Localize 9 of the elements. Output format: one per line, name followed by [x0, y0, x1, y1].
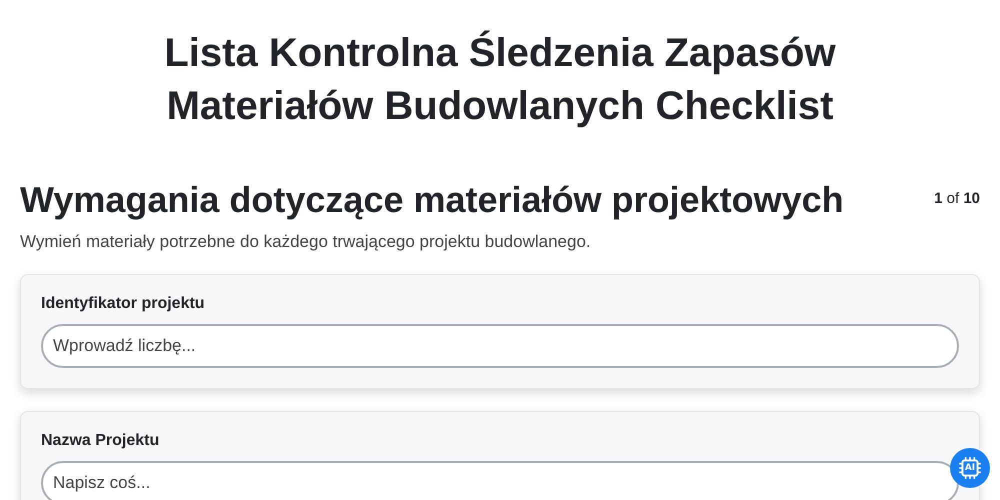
field-label: Identyfikator projektu — [41, 295, 206, 313]
section-description: Wymień materiały potrzebne do każdego trwającego projektu budowlanego. — [20, 232, 592, 252]
field-label: Nazwa Projektu — [41, 432, 160, 450]
section-heading: Wymagania dotyczące materiałów projektowych — [20, 178, 844, 222]
input-field[interactable]: Wprowadź liczbę... — [41, 324, 959, 368]
page-title: Lista Kontrolna Śledzenia Zapasów Materiałów Budowlanych Checklist — [163, 30, 837, 130]
input-field[interactable]: Napisz coś... — [41, 461, 959, 500]
page-counter: 1 of 10 — [934, 190, 980, 207]
chip-icon — [957, 455, 983, 481]
